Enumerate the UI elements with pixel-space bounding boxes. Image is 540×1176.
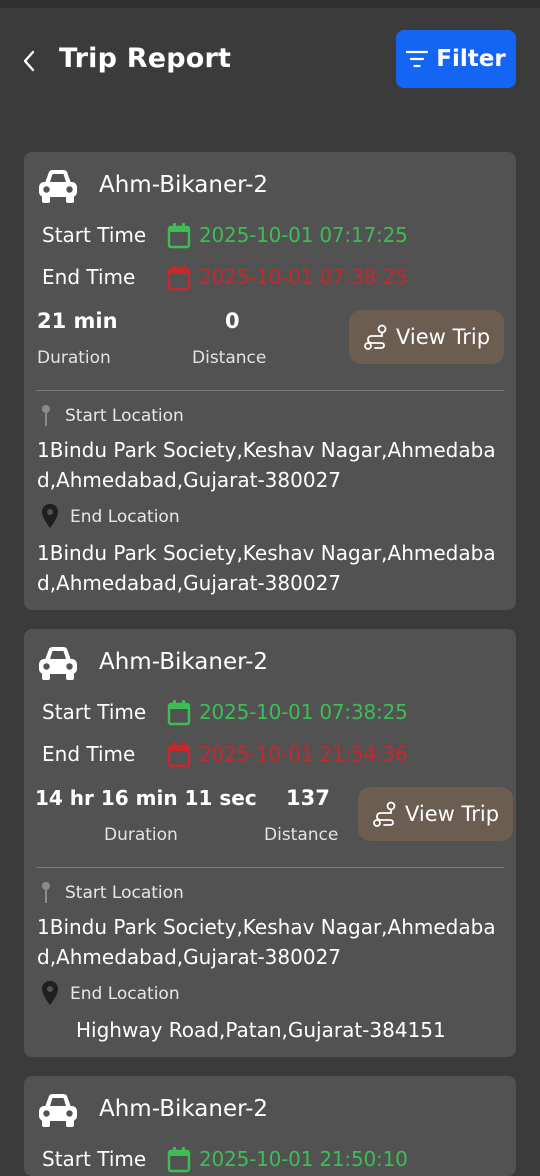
calendar-icon [167, 265, 191, 291]
calendar-icon [167, 700, 191, 726]
distance-value: 137 [286, 786, 330, 810]
start-time-label: Start Time [42, 1147, 147, 1171]
status-bar [0, 0, 540, 8]
car-icon [39, 170, 77, 203]
view-trip-button[interactable]: View Trip [349, 310, 504, 364]
start-location-label: Start Location [65, 406, 184, 426]
start-time-value: 2025-10-01 07:38:25 [199, 700, 408, 724]
trip-card: Ahm-Bikaner-2 Start Time 2025-10-01 07:3… [24, 629, 516, 1057]
duration-value: 21 min [37, 309, 118, 333]
back-button[interactable] [14, 46, 44, 76]
end-time-label: End Time [42, 265, 136, 289]
start-location-label: Start Location [65, 883, 184, 903]
end-location-address: Highway Road,Patan,Gujarat-384151 [76, 1018, 446, 1042]
start-time-value: 2025-10-01 21:50:10 [199, 1147, 408, 1171]
start-time-label: Start Time [42, 223, 147, 247]
route-icon [373, 801, 396, 827]
calendar-icon [167, 1147, 191, 1173]
calendar-icon [167, 742, 191, 768]
vehicle-name: Ahm-Bikaner-2 [99, 1096, 269, 1122]
filter-label: Filter [436, 46, 506, 72]
end-time-label: End Time [42, 742, 136, 766]
car-icon [39, 1094, 77, 1127]
end-time-value: 2025-10-01 21:54:36 [199, 742, 408, 766]
pin-icon [42, 405, 50, 426]
pin-icon [42, 882, 50, 903]
end-time-value: 2025-10-01 07:38:25 [199, 265, 408, 289]
divider [36, 867, 504, 868]
filter-button[interactable]: Filter [396, 30, 516, 88]
start-time-value: 2025-10-01 07:17:25 [199, 223, 408, 247]
distance-label: Distance [192, 348, 267, 368]
chevron-left-icon [23, 50, 35, 72]
trip-card: Ahm-Bikaner-2 Start Time 2025-10-01 07:1… [24, 152, 516, 610]
vehicle-name: Ahm-Bikaner-2 [99, 649, 269, 675]
start-time-label: Start Time [42, 700, 147, 724]
app-header: Trip Report Filter [0, 8, 540, 108]
filter-lines-icon [406, 50, 429, 68]
map-marker-icon [42, 504, 58, 528]
vehicle-name: Ahm-Bikaner-2 [99, 172, 269, 198]
duration-value: 14 hr 16 min 11 sec [35, 786, 257, 810]
page-title: Trip Report [59, 43, 232, 74]
view-trip-button[interactable]: View Trip [358, 787, 513, 841]
trip-card: Ahm-Bikaner-2 Start Time 2025-10-01 21:5… [24, 1076, 516, 1176]
map-marker-icon [42, 981, 58, 1005]
duration-label: Duration [37, 348, 111, 368]
start-location-address: 1Bindu Park Society,Keshav Nagar,Ahmedab… [37, 438, 496, 492]
view-trip-label: View Trip [395, 325, 491, 349]
divider [36, 390, 504, 391]
end-location-label: End Location [70, 507, 180, 527]
distance-label: Distance [264, 825, 339, 845]
route-icon [364, 324, 387, 350]
end-location-address: 1Bindu Park Society,Keshav Nagar,Ahmedab… [37, 541, 496, 595]
end-location-label: End Location [70, 984, 180, 1004]
calendar-icon [167, 223, 191, 249]
start-location-address: 1Bindu Park Society,Keshav Nagar,Ahmedab… [37, 915, 496, 969]
distance-value: 0 [225, 309, 240, 333]
view-trip-label: View Trip [404, 802, 500, 826]
duration-label: Duration [104, 825, 178, 845]
car-icon [39, 647, 77, 680]
